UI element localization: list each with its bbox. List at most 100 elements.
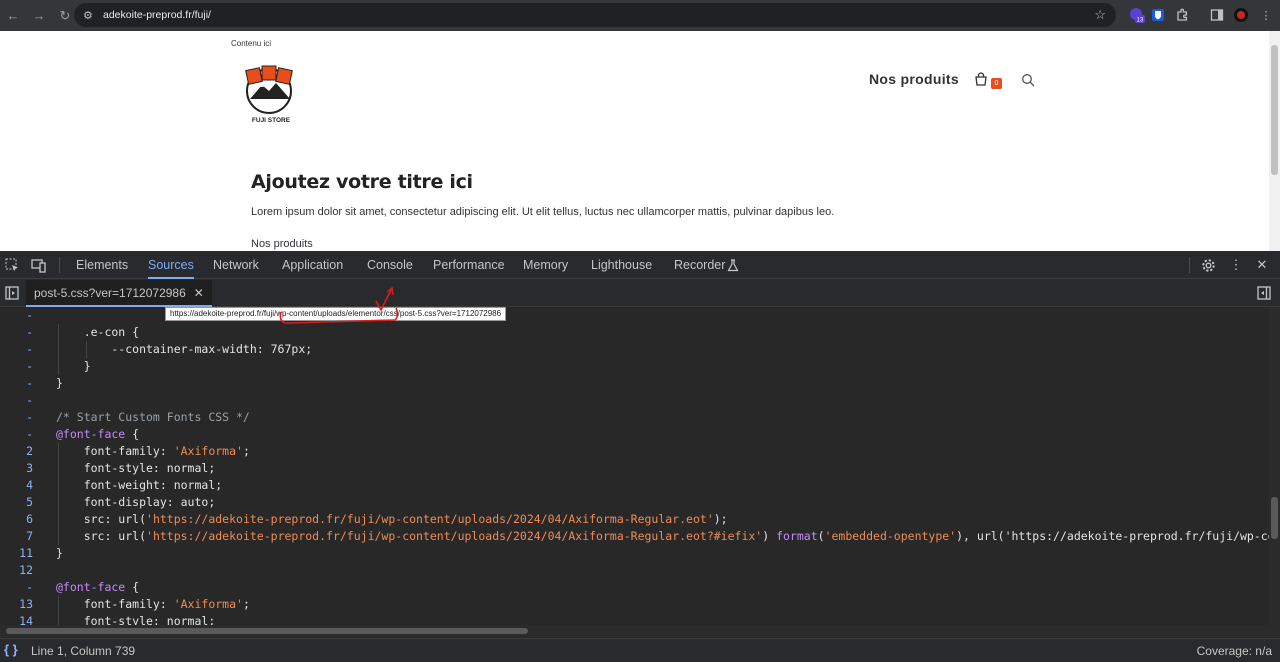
line-number[interactable]: - (0, 324, 33, 341)
toolbar-separator (1189, 257, 1190, 273)
line-number[interactable]: 11 (0, 545, 33, 562)
tab-memory[interactable]: Memory (523, 251, 568, 279)
flask-icon (725, 257, 741, 273)
toggle-navigator-icon[interactable] (4, 285, 20, 301)
inspect-element-icon[interactable] (4, 257, 20, 273)
code-editor[interactable]: -- .e-con {- --container-max-width: 767p… (0, 307, 1269, 625)
line-number[interactable]: - (0, 392, 33, 409)
toggle-debugger-icon[interactable] (1256, 285, 1272, 301)
code-text: } (56, 546, 63, 560)
line-number[interactable]: - (0, 358, 33, 375)
bitwarden-icon[interactable] (1149, 6, 1167, 24)
side-panel-icon[interactable] (1208, 6, 1226, 24)
device-toolbar-icon[interactable] (31, 257, 47, 273)
reload-icon[interactable]: ↻ (54, 5, 76, 27)
line-number[interactable]: - (0, 375, 33, 392)
code-line: 13 font-family: 'Axiforma'; (0, 596, 1269, 613)
close-devtools-icon[interactable]: ✕ (1254, 257, 1270, 273)
line-number[interactable]: - (0, 579, 33, 596)
code-text: /* Start Custom Fonts CSS */ (56, 410, 250, 424)
line-number[interactable]: 4 (0, 477, 33, 494)
forward-icon[interactable]: → (28, 5, 50, 27)
extension-badge: 13 (1137, 18, 1144, 24)
line-number[interactable]: - (0, 307, 33, 324)
line-number[interactable]: 6 (0, 511, 33, 528)
editor-horizontal-thumb[interactable] (6, 628, 528, 634)
code-text: font-display: auto; (56, 495, 216, 509)
cursor-position: Line 1, Column 739 (31, 644, 136, 658)
file-tab-label: post-5.css?ver=1712072986 (34, 286, 186, 300)
toolbar-separator (59, 257, 60, 273)
search-icon[interactable] (1021, 73, 1035, 87)
settings-gear-icon[interactable] (1200, 257, 1216, 273)
status-bar: { } Line 1, Column 739 Coverage: n/a (0, 638, 1280, 662)
extensions-puzzle-icon[interactable] (1173, 6, 1191, 24)
page-viewport: Contenu ici FUJI STORE Nos produits 0 Aj… (0, 31, 1280, 251)
editor-vertical-scrollbar[interactable] (1269, 307, 1280, 625)
file-url-tooltip: https://adekoite-preprod.fr/fuji/wp-cont… (165, 307, 507, 321)
site-logo[interactable]: FUJI STORE (244, 65, 298, 125)
code-text: @font-face { (56, 580, 140, 594)
code-text: font-weight: normal; (56, 478, 223, 492)
logo-text: FUJI STORE (252, 117, 291, 124)
bookmark-star-icon[interactable]: ☆ (1094, 7, 1106, 23)
line-number[interactable]: 2 (0, 443, 33, 460)
line-number[interactable]: 7 (0, 528, 33, 545)
back-icon[interactable]: ← (2, 5, 24, 27)
tab-sources[interactable]: Sources (148, 251, 194, 279)
code-text: src: url('https://adekoite-preprod.fr/fu… (56, 529, 1269, 543)
tab-recorder[interactable]: Recorder (674, 251, 725, 279)
line-number[interactable]: - (0, 409, 33, 426)
address-bar[interactable]: ⚙ adekoite-preprod.fr/fuji/ ☆ (74, 3, 1116, 27)
skip-link[interactable]: Contenu ici (231, 39, 271, 48)
code-line: - --container-max-width: 767px; (0, 341, 1269, 358)
code-line: 14 font-style: normal; (0, 613, 1269, 625)
editor-vertical-thumb[interactable] (1271, 497, 1278, 539)
code-text: --container-max-width: 767px; (56, 342, 313, 356)
nav-products-link[interactable]: Nos produits (869, 71, 959, 87)
tab-lighthouse[interactable]: Lighthouse (591, 251, 652, 279)
profile-avatar-icon[interactable] (1232, 6, 1250, 24)
browser-menu-icon[interactable]: ⋮ (1257, 6, 1275, 24)
code-line: - (0, 392, 1269, 409)
line-number[interactable]: 12 (0, 562, 33, 579)
code-text: .e-con { (56, 325, 140, 339)
products-heading: Nos produits (251, 238, 313, 250)
line-number[interactable]: 3 (0, 460, 33, 477)
tab-network[interactable]: Network (213, 251, 259, 279)
extension-icon[interactable]: 13 (1128, 6, 1146, 24)
code-text: src: url('https://adekoite-preprod.fr/fu… (56, 512, 728, 526)
pretty-print-icon[interactable]: { } (4, 642, 18, 657)
tab-console[interactable]: Console (367, 251, 413, 279)
browser-toolbar: ← → ↻ ⚙ adekoite-preprod.fr/fuji/ ☆ 13 ⋮ (0, 0, 1280, 31)
file-tab-bar: post-5.css?ver=1712072986 ✕ (0, 280, 1280, 307)
page-scrollbar-thumb[interactable] (1271, 45, 1278, 175)
line-number[interactable]: 14 (0, 613, 33, 625)
code-text: font-style: normal; (56, 614, 216, 625)
site-info-icon[interactable]: ⚙ (83, 9, 97, 22)
code-line: - @font-face { (0, 426, 1269, 443)
page-scrollbar[interactable] (1269, 31, 1280, 251)
code-text: @font-face { (56, 427, 140, 441)
tab-application[interactable]: Application (282, 251, 343, 279)
code-line: - /* Start Custom Fonts CSS */ (0, 409, 1269, 426)
editor-horizontal-scrollbar[interactable] (0, 625, 1280, 637)
code-text: font-style: normal; (56, 461, 216, 475)
lorem-paragraph: Lorem ipsum dolor sit amet, consectetur … (251, 206, 835, 218)
tab-elements[interactable]: Elements (76, 251, 128, 279)
code-line: - .e-con { (0, 324, 1269, 341)
line-number[interactable]: 5 (0, 494, 33, 511)
page-title: Ajoutez votre titre ici (251, 171, 473, 193)
file-tab-post-css[interactable]: post-5.css?ver=1712072986 ✕ (26, 280, 212, 307)
tab-performance[interactable]: Performance (433, 251, 505, 279)
line-number[interactable]: - (0, 341, 33, 358)
code-line: 12 (0, 562, 1269, 579)
more-options-icon[interactable]: ⋮ (1228, 257, 1244, 273)
close-tab-icon[interactable]: ✕ (194, 286, 204, 300)
code-line: 7 src: url('https://adekoite-preprod.fr/… (0, 528, 1269, 545)
address-url[interactable]: adekoite-preprod.fr/fuji/ (103, 9, 211, 21)
line-number[interactable]: - (0, 426, 33, 443)
cart-icon[interactable] (974, 72, 988, 86)
devtools-tab-bar: Elements Sources Network Application Con… (0, 251, 1280, 279)
line-number[interactable]: 13 (0, 596, 33, 613)
